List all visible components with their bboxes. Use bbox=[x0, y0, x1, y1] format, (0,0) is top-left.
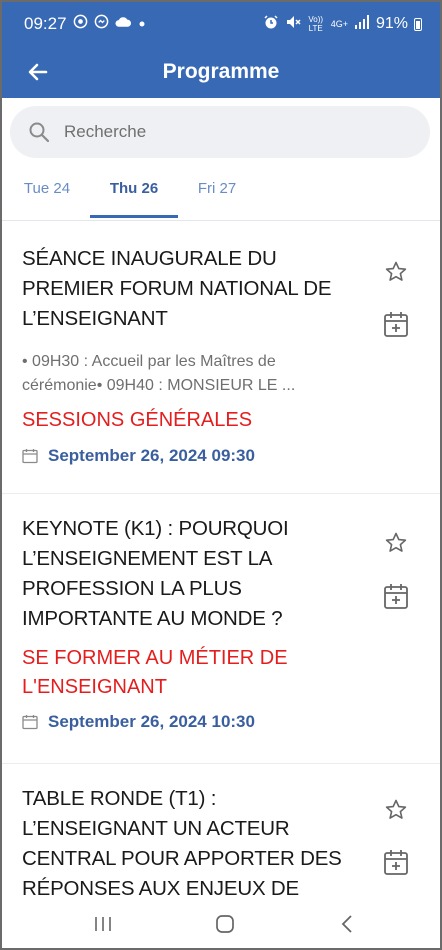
session-title: TABLE RONDE (T1) : L’ENSEIGNANT UN ACTEU… bbox=[22, 787, 342, 900]
session-date-text: September 26, 2024 09:30 bbox=[48, 446, 255, 465]
star-icon bbox=[385, 261, 407, 281]
tab-thu-26[interactable]: Thu 26 bbox=[90, 170, 178, 220]
search-bar[interactable] bbox=[10, 106, 430, 158]
battery-icon bbox=[414, 17, 422, 31]
search-icon bbox=[29, 122, 50, 143]
status-bar: 09:27 Vo)) LTE 4G+ 91% bbox=[2, 2, 440, 46]
whatsapp-icon bbox=[73, 14, 88, 34]
session-date: September 26, 2024 10:30 bbox=[22, 712, 255, 732]
session-track: SE FORMER AU MÉTIER DE L'ENSEIGNANT bbox=[22, 647, 288, 698]
session-card[interactable]: KEYNOTE (K1) : POURQUOI L’ENSEIGNEMENT E… bbox=[2, 514, 440, 764]
signal-icon bbox=[354, 14, 370, 34]
home-button[interactable] bbox=[210, 912, 240, 936]
status-right: Vo)) LTE 4G+ 91% bbox=[263, 14, 422, 35]
favorite-button[interactable] bbox=[382, 258, 410, 286]
dot-icon bbox=[138, 15, 146, 33]
recent-apps-button[interactable] bbox=[88, 912, 118, 936]
tab-fri-27[interactable]: Fri 27 bbox=[182, 170, 252, 220]
alarm-icon bbox=[263, 14, 279, 35]
calendar-add-icon bbox=[384, 312, 408, 337]
add-to-calendar-button[interactable] bbox=[382, 310, 410, 338]
session-title: SÉANCE INAUGURALE DU PREMIER FORUM NATIO… bbox=[22, 247, 332, 330]
4g-icon: 4G+ bbox=[330, 19, 348, 29]
recent-apps-icon bbox=[95, 917, 111, 931]
system-back-button[interactable] bbox=[332, 912, 362, 936]
home-icon bbox=[216, 915, 234, 933]
cloud-icon bbox=[115, 15, 132, 33]
session-card[interactable]: TABLE RONDE (T1) : L’ENSEIGNANT UN ACTEU… bbox=[2, 784, 440, 902]
session-title: KEYNOTE (K1) : POURQUOI L’ENSEIGNEMENT E… bbox=[22, 517, 289, 630]
favorite-button[interactable] bbox=[382, 529, 410, 557]
day-tabs: Tue 24 Thu 26 Fri 27 bbox=[2, 170, 440, 222]
calendar-icon bbox=[22, 449, 38, 464]
page-title: Programme bbox=[162, 60, 280, 83]
tab-tue-24[interactable]: Tue 24 bbox=[12, 170, 82, 220]
mute-icon bbox=[285, 14, 301, 35]
session-description: • 09H30 : Accueil par les Maîtres de cér… bbox=[22, 353, 296, 394]
star-icon bbox=[385, 799, 407, 819]
back-button[interactable] bbox=[22, 56, 54, 88]
messenger-icon bbox=[94, 14, 109, 34]
status-left: 09:27 bbox=[24, 14, 146, 34]
session-card[interactable]: SÉANCE INAUGURALE DU PREMIER FORUM NATIO… bbox=[2, 244, 440, 494]
back-icon bbox=[341, 915, 352, 933]
battery-percent: 91% bbox=[375, 15, 408, 32]
favorite-button[interactable] bbox=[382, 796, 410, 824]
status-time: 09:27 bbox=[24, 14, 67, 33]
active-tab-indicator bbox=[90, 215, 178, 218]
calendar-add-icon bbox=[384, 850, 408, 875]
arrow-left-icon bbox=[28, 63, 48, 81]
session-date: September 26, 2024 09:30 bbox=[22, 446, 255, 466]
star-icon bbox=[385, 532, 407, 552]
add-to-calendar-button[interactable] bbox=[382, 848, 410, 876]
system-nav-bar bbox=[2, 902, 440, 948]
session-track: SESSIONS GÉNÉRALES bbox=[22, 409, 253, 431]
calendar-add-icon bbox=[384, 584, 408, 609]
session-date-text: September 26, 2024 10:30 bbox=[48, 712, 255, 731]
app-bar: Programme bbox=[2, 46, 440, 98]
volte-icon: Vo)) LTE bbox=[308, 15, 324, 33]
calendar-icon bbox=[22, 715, 38, 730]
add-to-calendar-button[interactable] bbox=[382, 582, 410, 610]
search-input[interactable] bbox=[64, 122, 384, 142]
tabs-divider bbox=[2, 220, 440, 221]
